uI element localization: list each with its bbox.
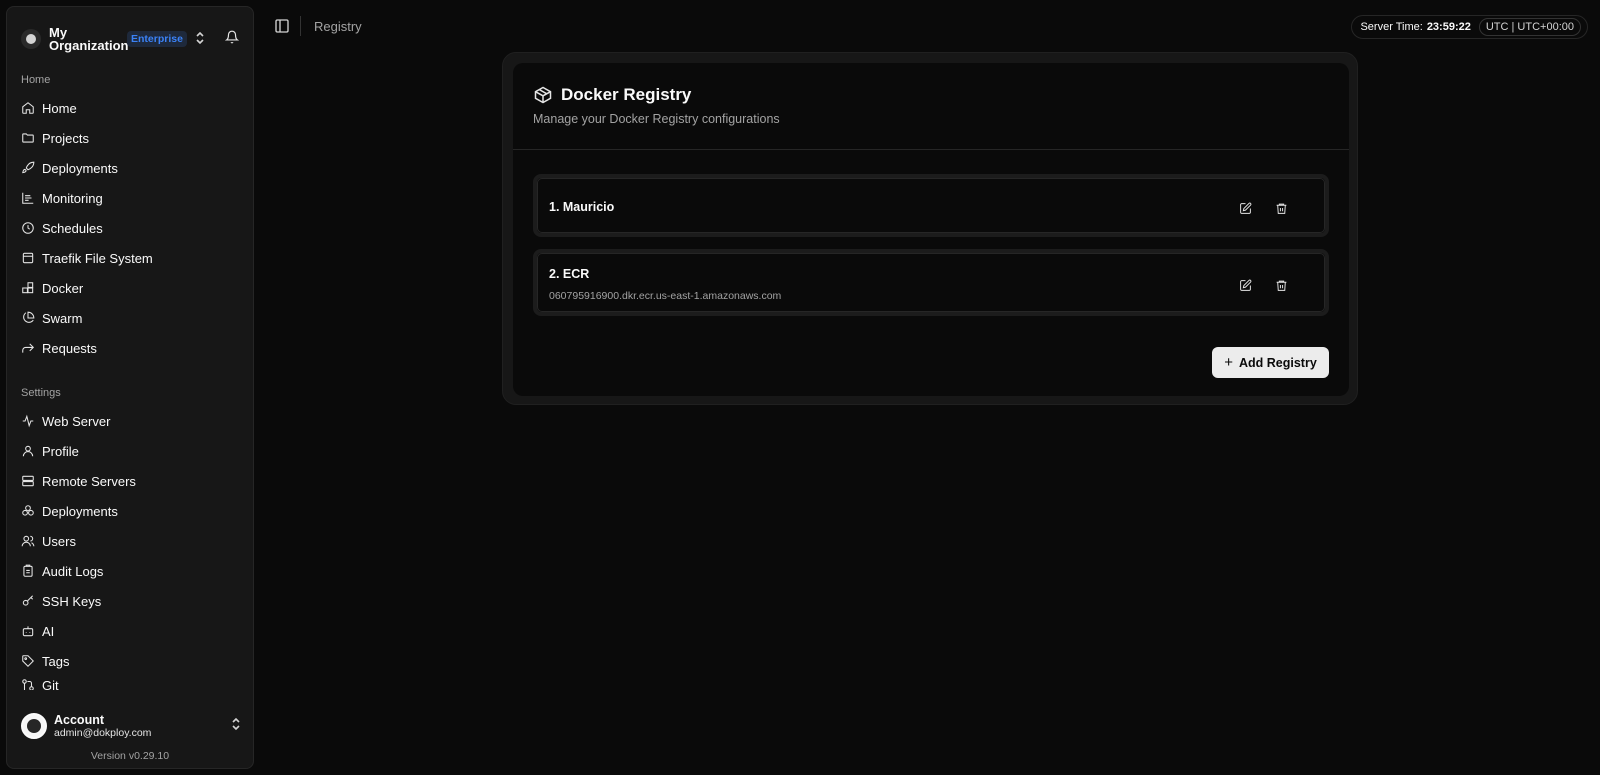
card-title: Docker Registry	[561, 85, 692, 104]
sidebar-item-label: Projects	[42, 130, 89, 146]
sidebar-item-label: Web Server	[42, 413, 111, 429]
sidebar-item-label: Traefik File System	[42, 250, 153, 266]
sidebar-item-projects[interactable]: Projects	[21, 125, 243, 151]
registry-url: 060795916900.dkr.ecr.us-east-1.amazonaws…	[549, 290, 782, 302]
bot-icon	[22, 626, 34, 637]
server-icon	[22, 475, 34, 487]
avatar	[21, 713, 47, 739]
sidebar-item-label: Swarm	[42, 310, 83, 326]
sidebar-item-requests[interactable]: Requests	[21, 335, 243, 361]
database-stack-icon	[22, 252, 34, 264]
clock-icon	[22, 222, 34, 234]
nav-group-home-label: Home	[21, 74, 51, 86]
edit-icon[interactable]	[1233, 273, 1257, 297]
home-icon	[22, 102, 34, 114]
trash-icon[interactable]	[1269, 273, 1293, 297]
sidebar-item-label: Deployments	[42, 160, 118, 176]
nav-group-settings-label: Settings	[21, 387, 61, 399]
breadcrumb[interactable]: Registry	[314, 19, 362, 34]
sidebar-item-schedules[interactable]: Schedules	[21, 215, 243, 241]
card-subtitle: Manage your Docker Registry configuratio…	[533, 112, 780, 126]
account-name: Account	[54, 713, 104, 727]
rocket-icon	[22, 161, 35, 174]
plus-icon: +	[1224, 354, 1233, 371]
account-menu[interactable]: Account admin@dokploy.com	[21, 710, 243, 742]
sidebar-item-label: SSH Keys	[42, 593, 102, 609]
sidebar-item-tags[interactable]: Tags	[21, 648, 243, 674]
sidebar-item-ssh-keys[interactable]: SSH Keys	[21, 588, 243, 614]
registry-card: Docker Registry Manage your Docker Regis…	[513, 63, 1349, 396]
sidebar-item-label: Git	[42, 678, 59, 690]
sidebar-item-label: Profile	[42, 443, 79, 459]
sidebar-item-profile[interactable]: Profile	[21, 438, 243, 464]
sidebar-item-label: Users	[42, 533, 76, 549]
sidebar-item-label: Tags	[42, 653, 70, 669]
sidebar-item-settings-deployments[interactable]: Deployments	[21, 498, 243, 524]
add-registry-button[interactable]: + Add Registry	[1212, 347, 1329, 378]
package-icon	[534, 86, 552, 104]
server-time-label: Server Time:	[1360, 21, 1423, 33]
sidebar-item-docker[interactable]: Docker	[21, 275, 243, 301]
sidebar-toggle-icon[interactable]	[274, 18, 290, 34]
sidebar-fade	[7, 690, 253, 691]
sidebar-item-label: AI	[42, 623, 55, 639]
edit-icon[interactable]	[1233, 196, 1257, 220]
sidebar-item-deployments[interactable]: Deployments	[21, 155, 243, 181]
boxes-icon	[22, 505, 34, 516]
server-time: Server Time: 23:59:22 UTC | UTC+00:00	[1351, 15, 1588, 39]
add-registry-label: Add Registry	[1238, 355, 1317, 370]
sidebar-item-audit-logs[interactable]: Audit Logs	[21, 558, 243, 584]
user-icon	[22, 445, 34, 457]
registry-item: 2. ECR 060795916900.dkr.ecr.us-east-1.am…	[533, 249, 1329, 316]
registry-item: 1. Mauricio	[533, 174, 1329, 237]
sidebar: My Organization Enterprise Home Home Pro…	[6, 6, 254, 769]
card-divider	[513, 149, 1349, 150]
activity-icon	[22, 414, 34, 428]
sidebar-item-label: Home	[42, 100, 77, 116]
sidebar-item-users[interactable]: Users	[21, 528, 243, 554]
plan-badge: Enterprise	[127, 31, 187, 47]
org-logo-icon	[21, 29, 41, 49]
chevrons-up-down-icon[interactable]	[231, 717, 241, 736]
sidebar-item-label: Remote Servers	[42, 473, 136, 489]
sidebar-item-label: Audit Logs	[42, 563, 104, 579]
card-header: Docker Registry	[533, 85, 691, 105]
sidebar-item-label: Schedules	[42, 220, 103, 236]
sidebar-item-label: Deployments	[42, 503, 118, 519]
sidebar-item-git[interactable]: Git	[21, 678, 243, 690]
registry-card-wrapper: Docker Registry Manage your Docker Regis…	[502, 52, 1358, 405]
timezone-badge: UTC | UTC+00:00	[1478, 18, 1581, 36]
topbar-separator	[300, 16, 301, 36]
registry-title: 2. ECR	[549, 267, 590, 281]
blocks-icon	[22, 282, 34, 294]
git-icon	[22, 679, 34, 690]
server-time-value: 23:59:22	[1426, 21, 1471, 33]
trash-icon[interactable]	[1269, 196, 1293, 220]
bar-chart-icon	[22, 192, 34, 204]
users-icon	[21, 535, 35, 547]
pie-chart-icon	[23, 311, 35, 323]
sidebar-item-ai[interactable]: AI	[21, 618, 243, 644]
sidebar-item-traefik[interactable]: Traefik File System	[21, 245, 243, 271]
sidebar-item-web-server[interactable]: Web Server	[21, 408, 243, 434]
sidebar-item-label: Requests	[42, 340, 97, 356]
app-version: Version v0.29.10	[90, 750, 170, 762]
registry-title: 1. Mauricio	[549, 200, 615, 214]
chevrons-up-down-icon[interactable]	[195, 31, 205, 48]
key-icon	[22, 595, 34, 606]
tag-icon	[22, 655, 34, 667]
account-email: admin@dokploy.com	[54, 727, 152, 739]
org-switcher[interactable]: My Organization Enterprise	[21, 21, 243, 57]
sidebar-item-remote-servers[interactable]: Remote Servers	[21, 468, 243, 494]
clipboard-icon	[23, 564, 33, 577]
sidebar-item-swarm[interactable]: Swarm	[21, 305, 243, 331]
sidebar-item-label: Monitoring	[42, 190, 103, 206]
bell-icon[interactable]	[224, 30, 240, 49]
folder-icon	[22, 133, 34, 143]
sidebar-item-monitoring[interactable]: Monitoring	[21, 185, 243, 211]
sidebar-item-home[interactable]: Home	[21, 95, 243, 121]
sidebar-item-label: Docker	[42, 280, 84, 296]
org-name: My Organization	[49, 25, 129, 53]
forward-arrow-icon	[22, 343, 34, 353]
